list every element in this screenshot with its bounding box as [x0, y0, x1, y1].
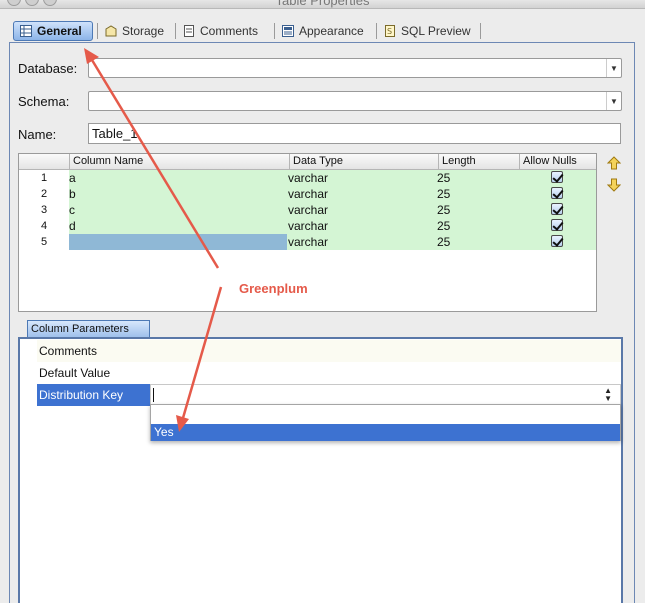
window-titlebar: Table Properties [0, 0, 645, 9]
dropdown-option-empty[interactable] [151, 406, 620, 423]
schema-label: Schema: [18, 94, 70, 109]
tab-appearance[interactable]: Appearance [276, 21, 370, 41]
tab-label: SQL Preview [401, 24, 471, 38]
database-combo[interactable]: ▼ [88, 58, 622, 78]
tab-separator [376, 23, 377, 39]
length-cell[interactable]: 25 [437, 234, 517, 250]
header-column-name[interactable]: Column Name [69, 154, 289, 169]
tab-sql-preview[interactable]: S SQL Preview [378, 21, 477, 41]
tab-separator [480, 23, 481, 39]
column-name-cell[interactable]: b [69, 186, 287, 202]
storage-icon [105, 25, 117, 37]
param-row-distribution-key[interactable]: Distribution Key ▲ ▼ [37, 384, 621, 406]
annotation-label: Greenplum [239, 281, 308, 296]
data-type-cell[interactable]: varchar [288, 218, 436, 234]
dropdown-option-yes[interactable]: Yes [151, 424, 620, 441]
table-row[interactable]: 1 a varchar 25 [19, 170, 596, 186]
tab-label: Storage [122, 24, 165, 38]
column-name-cell[interactable]: a [69, 170, 287, 186]
param-name: Comments [39, 344, 98, 358]
table-row[interactable]: 5 varchar 25 [19, 234, 596, 250]
table-row[interactable]: 4 d varchar 25 [19, 218, 596, 234]
data-type-cell[interactable]: varchar [288, 170, 436, 186]
table-icon [20, 25, 32, 37]
allow-nulls-checkbox[interactable] [551, 235, 563, 247]
row-number: 2 [19, 186, 69, 202]
column-name-cell[interactable]: d [69, 218, 287, 234]
header-allow-nulls[interactable]: Allow Nulls [519, 154, 596, 169]
tab-storage[interactable]: Storage [99, 21, 170, 41]
tab-comments[interactable]: Comments [177, 21, 264, 41]
move-down-icon[interactable] [606, 178, 622, 192]
sql-preview-icon: S [384, 25, 396, 37]
distribution-key-dropdown: Yes [150, 404, 621, 441]
length-cell[interactable]: 25 [437, 202, 517, 218]
row-number: 4 [19, 218, 69, 234]
column-name-cell-selected[interactable] [69, 234, 287, 250]
database-label: Database: [18, 61, 78, 76]
appearance-icon [282, 25, 294, 37]
row-number: 3 [19, 202, 69, 218]
param-row-default-value[interactable]: Default Value [37, 362, 621, 384]
move-up-icon[interactable] [606, 156, 622, 170]
window-title: Table Properties [275, 0, 370, 8]
tab-label: Appearance [299, 24, 364, 38]
length-cell[interactable]: 25 [437, 218, 517, 234]
tab-separator [175, 23, 176, 39]
allow-nulls-checkbox[interactable] [551, 187, 563, 199]
table-name-input[interactable]: Table_1 [88, 123, 621, 144]
data-type-cell[interactable]: varchar [288, 186, 436, 202]
name-label: Name: [18, 127, 57, 142]
length-cell[interactable]: 25 [437, 186, 517, 202]
column-name-cell[interactable]: c [69, 202, 287, 218]
table-row[interactable]: 3 c varchar 25 [19, 202, 596, 218]
tab-bar: General Storage Comments Appearance S SQ… [13, 21, 633, 42]
data-type-cell[interactable]: varchar [288, 234, 436, 250]
param-value[interactable] [150, 362, 621, 384]
chevron-down-icon[interactable]: ▼ [606, 59, 621, 77]
allow-nulls-checkbox[interactable] [551, 203, 563, 215]
allow-nulls-checkbox[interactable] [551, 171, 563, 183]
header-data-type[interactable]: Data Type [289, 154, 438, 169]
allow-nulls-checkbox[interactable] [551, 219, 563, 231]
table-header: Column Name Data Type Length Allow Nulls [19, 154, 596, 170]
param-name: Distribution Key [37, 384, 150, 406]
distribution-key-select[interactable]: ▲ ▼ [150, 384, 621, 406]
schema-combo[interactable]: ▼ [88, 91, 622, 111]
svg-text:S: S [387, 27, 392, 36]
length-cell[interactable]: 25 [437, 170, 517, 186]
tab-separator [274, 23, 275, 39]
param-row-comments[interactable]: Comments [37, 340, 621, 362]
comments-icon [183, 25, 195, 37]
param-value[interactable] [150, 340, 621, 362]
chevron-down-icon[interactable]: ▼ [606, 92, 621, 110]
text-cursor [153, 388, 154, 402]
tab-label: Comments [200, 24, 259, 38]
tab-separator [97, 23, 98, 39]
chevron-updown-icon[interactable]: ▲ ▼ [604, 387, 612, 403]
data-type-cell[interactable]: varchar [288, 202, 436, 218]
table-row[interactable]: 2 b varchar 25 [19, 186, 596, 202]
tab-general[interactable]: General [13, 21, 93, 41]
tab-column-parameters[interactable]: Column Parameters [27, 320, 150, 338]
param-name: Default Value [39, 366, 111, 380]
row-number: 1 [19, 170, 69, 186]
row-number: 5 [19, 234, 69, 250]
tab-label: General [37, 24, 82, 38]
header-length[interactable]: Length [438, 154, 519, 169]
